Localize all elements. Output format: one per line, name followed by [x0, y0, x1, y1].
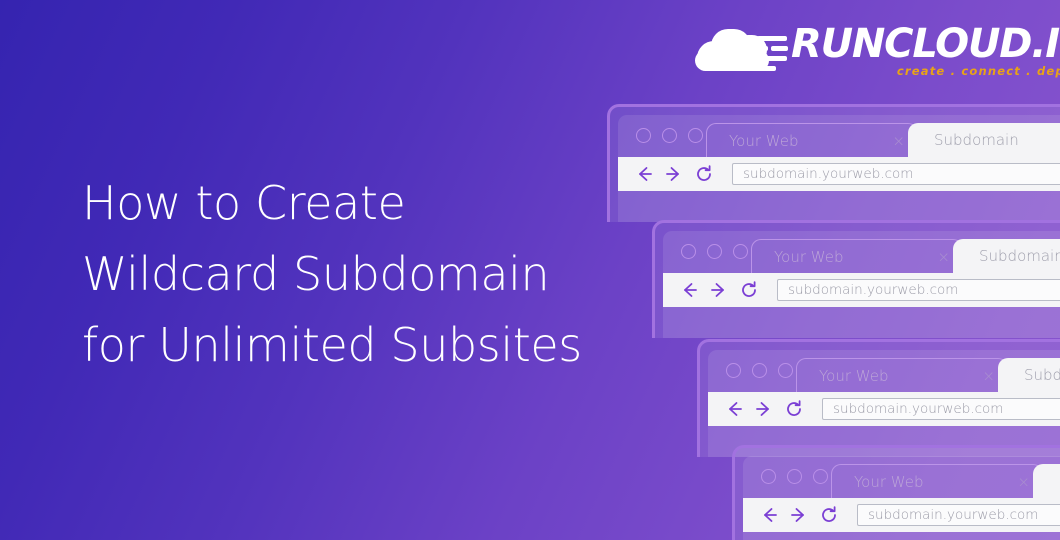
traffic-lights — [726, 363, 793, 378]
runcloud-logo: RUNCLOUD.IO create . connect . deploy — [693, 22, 1060, 84]
tab-subdomain-label: Subdomain — [1024, 366, 1060, 384]
traffic-lights — [761, 469, 828, 484]
arrow-left-icon[interactable] — [632, 162, 656, 186]
arrow-left-icon[interactable] — [677, 278, 701, 302]
traffic-light-minimize[interactable] — [707, 244, 722, 259]
browser-titlebar: Your Web × Subdomain — [708, 350, 1060, 392]
browser-toolbar: subdomain.yourweb.com — [743, 498, 1060, 532]
address-bar[interactable]: subdomain.yourweb.com — [777, 279, 1060, 301]
address-bar[interactable]: subdomain.yourweb.com — [732, 163, 1060, 185]
traffic-light-close[interactable] — [726, 363, 741, 378]
tab-strip: Your Web × Subdomain — [831, 464, 1060, 498]
cloud-speed-icon — [693, 25, 789, 73]
arrow-left-icon[interactable] — [757, 503, 781, 527]
traffic-light-close[interactable] — [761, 469, 776, 484]
tab-your-web[interactable]: Your Web × — [831, 464, 1043, 498]
browser-viewport — [663, 307, 1060, 338]
browser-viewport — [618, 191, 1060, 222]
address-bar-url: subdomain.yourweb.com — [833, 401, 1004, 417]
reload-icon[interactable] — [737, 278, 761, 302]
traffic-light-close[interactable] — [636, 128, 651, 143]
close-icon[interactable]: × — [937, 248, 950, 266]
browser-titlebar: Your Web × Subdomain — [663, 231, 1060, 273]
close-icon[interactable]: × — [1017, 473, 1030, 491]
arrow-right-icon[interactable] — [787, 503, 811, 527]
headline-line-3: for Unlimited Subsites — [82, 318, 582, 372]
traffic-light-maximize[interactable] — [813, 469, 828, 484]
browser-viewport — [743, 532, 1060, 540]
traffic-light-minimize[interactable] — [752, 363, 767, 378]
browser-toolbar: subdomain.yourweb.com — [618, 157, 1060, 191]
tab-strip: Your Web × Subdomain — [706, 123, 1060, 157]
tab-your-web[interactable]: Your Web × — [706, 123, 918, 157]
tab-your-web[interactable]: Your Web × — [751, 239, 963, 273]
address-bar[interactable]: subdomain.yourweb.com — [857, 504, 1060, 526]
headline-line-1: How to Create — [82, 176, 406, 230]
tab-subdomain[interactable]: Subdomain — [908, 123, 1060, 157]
reload-icon[interactable] — [782, 397, 806, 421]
traffic-lights — [636, 128, 703, 143]
tab-subdomain[interactable]: Subdomain — [953, 239, 1060, 273]
tab-your-web-label: Your Web — [819, 366, 889, 385]
browser-toolbar: subdomain.yourweb.com — [663, 273, 1060, 307]
tab-your-web[interactable]: Your Web × — [796, 358, 1008, 392]
tab-strip: Your Web × Subdomain — [796, 358, 1060, 392]
address-bar-url: subdomain.yourweb.com — [743, 166, 914, 182]
tab-your-web-label: Your Web — [774, 247, 844, 266]
browser-titlebar: Your Web × Subdomain — [743, 456, 1060, 498]
address-bar-url: subdomain.yourweb.com — [788, 282, 959, 298]
address-bar[interactable]: subdomain.yourweb.com — [822, 398, 1060, 420]
browser-window-3: Your Web × Subdomain subdomain.yourweb.c… — [697, 339, 1060, 457]
traffic-lights — [681, 244, 748, 259]
browser-toolbar: subdomain.yourweb.com — [708, 392, 1060, 426]
address-bar-url: subdomain.yourweb.com — [868, 507, 1039, 523]
arrow-right-icon[interactable] — [752, 397, 776, 421]
traffic-light-maximize[interactable] — [733, 244, 748, 259]
traffic-light-minimize[interactable] — [787, 469, 802, 484]
tab-subdomain-label: Subdomain — [979, 247, 1060, 265]
logo-wordmark: RUNCLOUD.IO — [791, 21, 1060, 67]
tab-subdomain[interactable]: Subdomain — [1033, 464, 1060, 498]
browser-window-1: Your Web × Subdomain subdomain.yourweb.c… — [607, 104, 1060, 222]
browser-window-2: Your Web × Subdomain subdomain.yourweb.c… — [652, 220, 1060, 338]
tab-strip: Your Web × Subdomain — [751, 239, 1060, 273]
tab-subdomain-label: Subdomain — [934, 131, 1019, 149]
traffic-light-maximize[interactable] — [778, 363, 793, 378]
tab-subdomain[interactable]: Subdomain — [998, 358, 1060, 392]
browser-window-4: Your Web × Subdomain subdomain.yourweb.c… — [732, 445, 1060, 540]
traffic-light-minimize[interactable] — [662, 128, 677, 143]
close-icon[interactable]: × — [892, 132, 905, 150]
traffic-light-close[interactable] — [681, 244, 696, 259]
browser-titlebar: Your Web × Subdomain — [618, 115, 1060, 157]
arrow-left-icon[interactable] — [722, 397, 746, 421]
arrow-right-icon[interactable] — [707, 278, 731, 302]
page-title: How to Create Wildcard Subdomain for Unl… — [82, 168, 622, 381]
arrow-right-icon[interactable] — [662, 162, 686, 186]
tab-your-web-label: Your Web — [854, 472, 924, 491]
reload-icon[interactable] — [692, 162, 716, 186]
traffic-light-maximize[interactable] — [688, 128, 703, 143]
reload-icon[interactable] — [817, 503, 841, 527]
headline-line-2: Wildcard Subdomain — [82, 247, 550, 301]
tab-your-web-label: Your Web — [729, 131, 799, 150]
close-icon[interactable]: × — [982, 367, 995, 385]
